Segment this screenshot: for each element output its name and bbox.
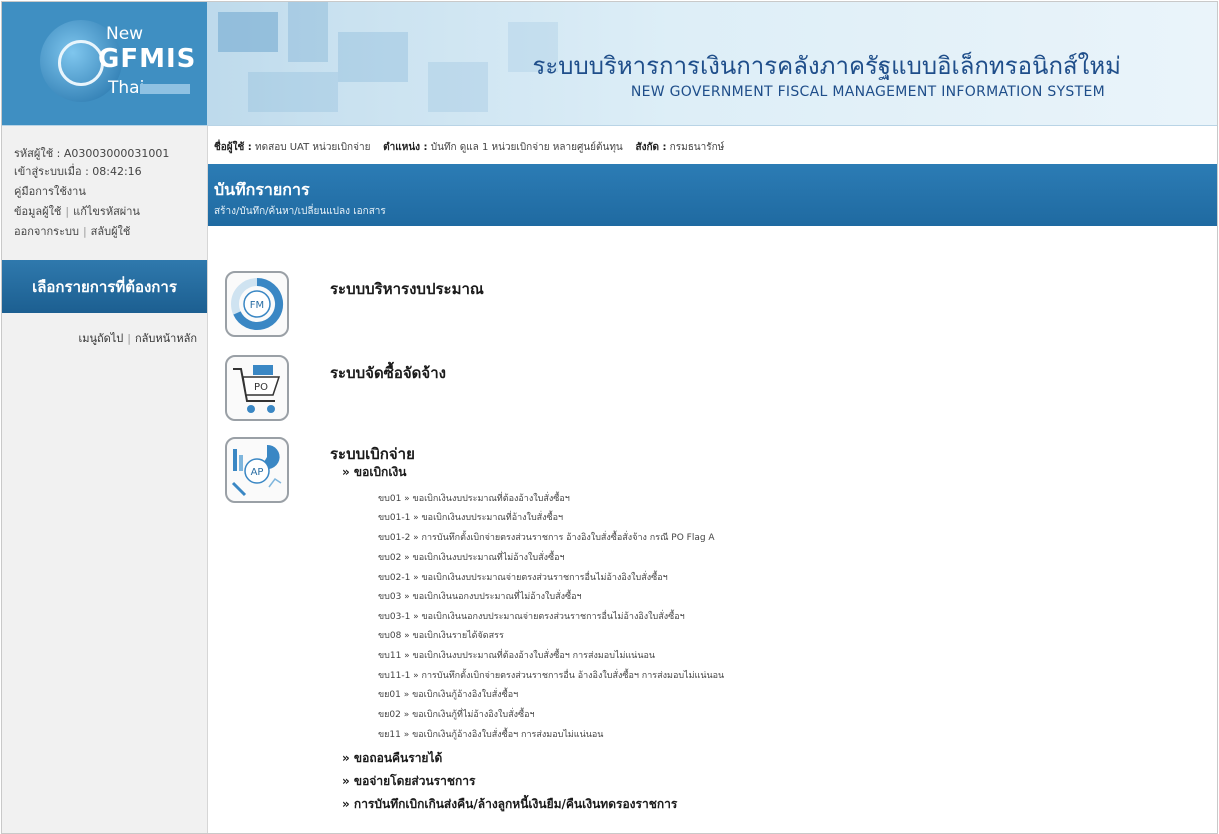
ap-menu-item[interactable]: ขบ08 » ขอเบิกเงินรายได้จัดสรร xyxy=(378,628,504,642)
ap-menu-item[interactable]: ขย01 » ขอเบิกเงินกู้อ้างอิงใบสั่งซื้อฯ xyxy=(378,687,518,701)
ap-menu-item[interactable]: ขบ02-1 » ขอเบิกเงินงบประมาณจ่ายตรงส่วนรา… xyxy=(378,570,668,584)
position-value: บันทึก ดูแล 1 หน่วยเบิกจ่าย หลายศูนย์ต้น… xyxy=(430,142,623,153)
edit-password-link[interactable]: แก้ไขรหัสผ่าน xyxy=(73,205,140,218)
logo-tagline-bar xyxy=(140,84,190,94)
user-info-bar: ชื่อผู้ใช้ : ทดสอบ UAT หน่วยเบิกจ่าย ตำแ… xyxy=(208,126,1217,164)
logo-thai-text: Thai xyxy=(108,78,145,98)
ap-agency-payment-section[interactable]: » ขอจ่ายโดยส่วนราชการ xyxy=(342,772,475,791)
org-label: สังกัด : xyxy=(635,142,667,153)
ap-overpayment-return-section[interactable]: » การบันทึกเบิกเกินส่งคืน/ล้างลูกหนี้เงิ… xyxy=(342,795,677,814)
login-time: เข้าสู่ระบบเมื่อ : 08:42:16 xyxy=(14,165,142,178)
next-menu-link[interactable]: เมนูถัดไป xyxy=(78,332,123,345)
user-name-label: ชื่อผู้ใช้ : xyxy=(214,142,252,153)
ap-menu-item[interactable]: ขบ02 » ขอเบิกเงินงบประมาณที่ไม่อ้างใบสั่… xyxy=(378,550,565,564)
logo-gfmis-text: GFMIS xyxy=(98,44,197,74)
page-header: บันทึกรายการ สร้าง/บันทึก/ค้นหา/เปลี่ยนแ… xyxy=(208,164,1217,226)
gfmis-logo[interactable]: New GFMIS Thai xyxy=(2,2,207,125)
user-info-link[interactable]: ข้อมูลผู้ใช้ xyxy=(14,205,61,218)
page-title: บันทึกรายการ xyxy=(214,180,310,199)
session-links: ออกจากระบบ | สลับผู้ใช้ xyxy=(14,225,131,238)
ap-system-icon[interactable]: AP xyxy=(225,437,289,503)
sidebar-nav-links: เมนูถัดไป | กลับหน้าหลัก xyxy=(78,332,197,345)
ap-menu-item[interactable]: ขย02 » ขอเบิกเงินกู้ที่ไม่อ้างอิงใบสั่งซ… xyxy=(378,707,535,721)
po-system-icon[interactable]: PO xyxy=(225,355,289,421)
ap-request-payment-section[interactable]: » ขอเบิกเงิน xyxy=(342,463,407,482)
header: New GFMIS Thai ระบบบริหารการเงินการคลังภ… xyxy=(2,2,1217,126)
fm-system-icon[interactable]: FM xyxy=(225,271,289,337)
ap-icon-label: AP xyxy=(251,467,264,478)
header-decoration xyxy=(208,2,588,125)
sidebar: รหัสผู้ใช้ : A03003000031001 เข้าสู่ระบบ… xyxy=(2,126,208,833)
ap-menu-item[interactable]: ขบ11-1 » การบันทึกตั้งเบิกจ่ายตรงส่วนราช… xyxy=(378,668,724,682)
fm-icon-label: FM xyxy=(250,300,264,311)
switch-user-link[interactable]: สลับผู้ใช้ xyxy=(91,225,131,238)
ap-menu-item[interactable]: ขบ01 » ขอเบิกเงินงบประมาณที่ต้องอ้างใบสั… xyxy=(378,491,570,505)
system-title-th: ระบบบริหารการเงินการคลังภาครัฐแบบอิเล็กท… xyxy=(532,52,1121,80)
ap-revenue-refund-section[interactable]: » ขอถอนคืนรายได้ xyxy=(342,749,442,768)
main-content: FM ระบบบริหารงบประมาณ PO ระบบจัดซื้อจัดจ… xyxy=(208,227,1217,833)
ap-menu-item[interactable]: ขบ03-1 » ขอเบิกเงินนอกงบประมาณจ่ายตรงส่ว… xyxy=(378,609,685,623)
user-code: รหัสผู้ใช้ : A03003000031001 xyxy=(14,147,170,160)
manual-link[interactable]: คู่มือการใช้งาน xyxy=(14,182,86,200)
po-system-title[interactable]: ระบบจัดซื้อจัดจ้าง xyxy=(330,361,446,385)
ap-menu-item[interactable]: ขบ01-1 » ขอเบิกเงินงบประมาณที่อ้างใบสั่ง… xyxy=(378,510,563,524)
account-links: ข้อมูลผู้ใช้ | แก้ไขรหัสผ่าน xyxy=(14,205,140,218)
ap-menu-item[interactable]: ขย11 » ขอเบิกเงินกู้อ้างอิงใบสั่งซื้อฯ ก… xyxy=(378,727,603,741)
choose-menu-banner: เลือกรายการที่ต้องการ xyxy=(2,260,207,313)
page-subtitle: สร้าง/บันทึก/ค้นหา/เปลี่ยนแปลง เอกสาร xyxy=(214,206,386,217)
logout-link[interactable]: ออกจากระบบ xyxy=(14,225,79,238)
fm-system-title[interactable]: ระบบบริหารงบประมาณ xyxy=(330,277,484,301)
system-title-en: NEW GOVERNMENT FISCAL MANAGEMENT INFORMA… xyxy=(630,84,1105,100)
position-label: ตำแหน่ง : xyxy=(383,142,428,153)
ap-menu-item[interactable]: ขบ01-2 » การบันทึกตั้งเบิกจ่ายตรงส่วนราช… xyxy=(378,530,715,544)
org-value: กรมธนารักษ์ xyxy=(669,142,725,153)
app-frame: New GFMIS Thai ระบบบริหารการเงินการคลังภ… xyxy=(1,1,1218,834)
logo-new-text: New xyxy=(106,24,144,44)
ap-menu-item[interactable]: ขบ03 » ขอเบิกเงินนอกงบประมาณที่ไม่อ้างใบ… xyxy=(378,589,582,603)
user-name-value: ทดสอบ UAT หน่วยเบิกจ่าย xyxy=(255,142,371,153)
ap-menu-item[interactable]: ขบ11 » ขอเบิกเงินงบประมาณที่ต้องอ้างใบสั… xyxy=(378,648,655,662)
po-icon-label: PO xyxy=(254,382,268,393)
home-link[interactable]: กลับหน้าหลัก xyxy=(135,332,197,345)
